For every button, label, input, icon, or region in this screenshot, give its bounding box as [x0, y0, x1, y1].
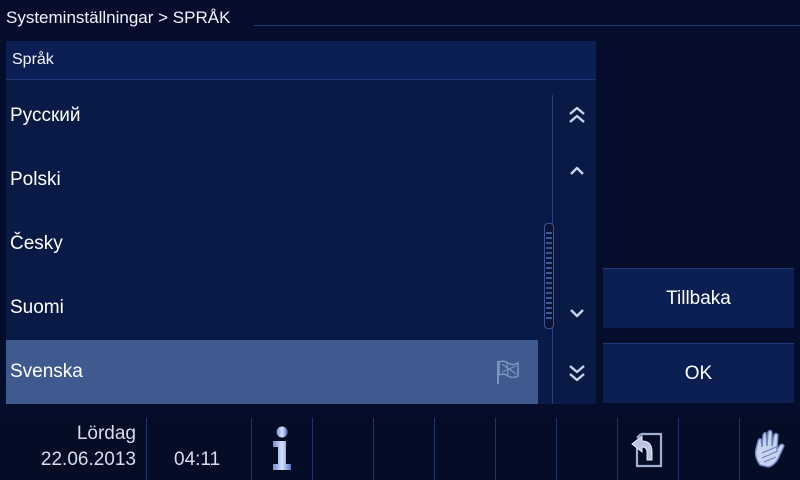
language-panel: Språk Русский Polski Česky Suomi Svenska	[6, 41, 596, 404]
bar-divider	[146, 418, 147, 480]
double-chevron-up-icon	[569, 106, 585, 123]
language-item-swedish[interactable]: Svenska	[6, 340, 538, 404]
language-label: Русский	[10, 105, 81, 126]
bar-divider	[434, 418, 435, 480]
header-divider	[254, 25, 800, 26]
chevron-up-icon	[570, 166, 584, 175]
language-label: Česky	[10, 233, 63, 254]
bar-divider	[495, 418, 496, 480]
language-item-czech[interactable]: Česky	[6, 212, 538, 276]
language-item-polish[interactable]: Polski	[6, 148, 538, 212]
panel-title: Språk	[12, 51, 54, 68]
info-icon	[273, 426, 291, 470]
bar-divider	[556, 418, 557, 480]
date-display: Lördag 22.06.2013	[0, 418, 140, 480]
scroll-down-button[interactable]	[557, 293, 597, 333]
language-label: Svenska	[10, 361, 83, 382]
language-label: Polski	[10, 169, 61, 190]
scroll-page-down-button[interactable]	[557, 353, 597, 393]
bar-divider	[373, 418, 374, 480]
info-button[interactable]	[252, 418, 312, 480]
back-button[interactable]: Tillbaka	[603, 268, 794, 328]
chevron-down-icon	[570, 309, 584, 318]
hand-clean-icon	[754, 429, 785, 468]
language-item-russian[interactable]: Русский	[6, 84, 538, 148]
language-label: Suomi	[10, 297, 64, 318]
clean-screen-button[interactable]	[740, 418, 800, 480]
date-label: 22.06.2013	[40, 449, 136, 470]
bar-divider	[312, 418, 313, 480]
scrollbar-track[interactable]	[544, 223, 554, 329]
scroll-page-up-button[interactable]	[557, 95, 597, 135]
breadcrumb: Systeminställningar > SPRÅK	[6, 8, 231, 27]
scroll-up-button[interactable]	[557, 151, 597, 191]
time-label: 04:11	[174, 449, 221, 470]
panel-header: Språk	[6, 41, 596, 80]
ok-button[interactable]: OK	[603, 343, 794, 403]
return-icon	[631, 432, 663, 468]
flag-icon	[494, 358, 522, 386]
bar-divider	[678, 418, 679, 480]
language-item-finnish[interactable]: Suomi	[6, 276, 538, 340]
return-button[interactable]	[618, 418, 678, 480]
weekday-label: Lördag	[76, 423, 136, 444]
scrollbar-grip[interactable]	[546, 232, 552, 320]
double-chevron-down-icon	[569, 365, 585, 382]
